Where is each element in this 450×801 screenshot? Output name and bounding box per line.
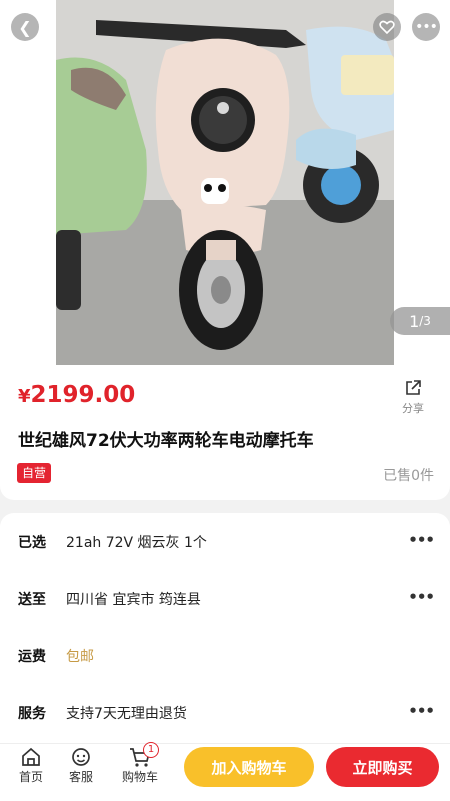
- bottom-action-bar: 首页 客服 1 购物车 加入购物车 立即购买: [0, 742, 450, 801]
- gallery-page-indicator: 1/3: [390, 307, 450, 335]
- price-value: 2199.00: [30, 382, 136, 408]
- sold-count: 已售0件: [383, 468, 434, 484]
- customer-service-icon: [72, 748, 90, 766]
- service-row[interactable]: 服务 支持7天无理由退货 •••: [0, 684, 450, 741]
- product-title: 世纪雄风72伏大功率两轮车电动摩托车: [18, 431, 314, 451]
- selected-spec-row[interactable]: 已选 21ah 72V 烟云灰 1个 •••: [0, 513, 450, 570]
- buy-now-button[interactable]: 立即购买: [326, 747, 439, 787]
- row-label: 运费: [18, 649, 46, 665]
- share-icon: [406, 380, 421, 395]
- home-icon: [22, 747, 40, 766]
- add-to-cart-button[interactable]: 加入购物车: [184, 747, 314, 787]
- shipping-fee-row: 运费 包邮: [0, 627, 450, 684]
- product-photo[interactable]: [56, 0, 394, 365]
- row-label: 已选: [18, 535, 46, 551]
- nav-home-label: 首页: [18, 770, 43, 784]
- heart-icon: [379, 20, 395, 35]
- more-button[interactable]: •••: [412, 13, 440, 41]
- self-operated-badge: 自营: [17, 463, 52, 483]
- nav-service-label: 客服: [68, 770, 93, 784]
- scooter-illustration: [56, 0, 394, 365]
- cart-count-badge: 1: [143, 742, 159, 758]
- nav-home[interactable]: 首页: [9, 746, 53, 785]
- row-value: 包邮: [66, 649, 94, 665]
- favorite-button[interactable]: [373, 13, 401, 41]
- gallery-total-pages: /3: [419, 314, 431, 328]
- product-gallery[interactable]: ❮ ••• 1/3: [0, 0, 450, 365]
- row-value: 四川省 宜宾市 筠连县: [66, 592, 201, 608]
- product-info-card: ¥2199.00 分享 世纪雄风72伏大功率两轮车电动摩托车 自营 已售0件: [0, 365, 450, 500]
- chevron-left-icon: ❮: [18, 17, 32, 37]
- share-label: 分享: [402, 402, 424, 415]
- product-price: ¥2199.00: [18, 382, 135, 408]
- nav-cart-label: 购物车: [121, 770, 158, 784]
- delivery-address-row[interactable]: 送至 四川省 宜宾市 筠连县 •••: [0, 570, 450, 627]
- more-dots-icon: •••: [408, 531, 435, 549]
- nav-cart[interactable]: 1 购物车: [117, 742, 163, 785]
- currency-symbol: ¥: [18, 386, 31, 407]
- row-value: 支持7天无理由退货: [66, 706, 187, 722]
- share-button[interactable]: 分享: [398, 379, 428, 416]
- back-button[interactable]: ❮: [11, 13, 39, 41]
- row-label: 服务: [18, 706, 46, 722]
- gallery-current-page: 1: [409, 311, 420, 331]
- row-label: 送至: [18, 592, 46, 608]
- more-dots-icon: •••: [408, 588, 435, 606]
- nav-customer-service[interactable]: 客服: [59, 746, 103, 785]
- more-dots-icon: •••: [408, 702, 435, 720]
- purchase-options: 已选 21ah 72V 烟云灰 1个 ••• 送至 四川省 宜宾市 筠连县 ••…: [0, 513, 450, 743]
- row-value: 21ah 72V 烟云灰 1个: [66, 535, 207, 551]
- more-dots-icon: •••: [415, 19, 438, 35]
